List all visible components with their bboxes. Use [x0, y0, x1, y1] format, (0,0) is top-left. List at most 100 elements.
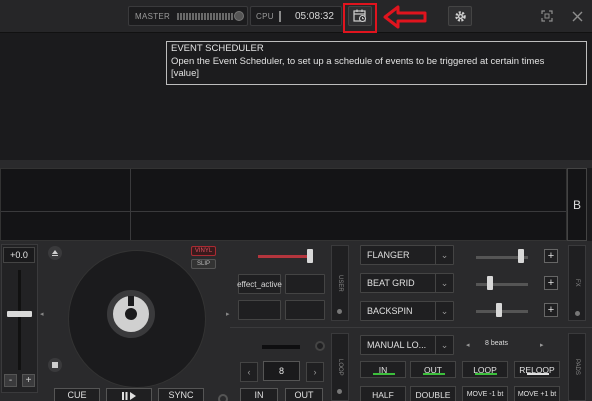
waveform-panel[interactable]	[0, 168, 567, 241]
beats-left-arrow-icon[interactable]: ◂	[466, 341, 470, 349]
effect-active-button[interactable]: effect_active	[237, 274, 282, 294]
pad-move-back-label: MOVE -1 bt	[466, 391, 504, 398]
fx-select-3-label: BACKSPIN	[367, 306, 413, 316]
jog-wheel-hub	[121, 304, 141, 324]
deck-b-label: B	[567, 168, 587, 241]
pad-half-label: HALF	[372, 389, 394, 400]
pad-reloop[interactable]: RELOOP	[514, 361, 560, 378]
loop-out-button[interactable]: OUT	[285, 388, 323, 401]
play-pause-button[interactable]	[106, 388, 152, 401]
fx-slider-2-handle[interactable]	[487, 276, 493, 290]
pitch-plus-button[interactable]: +	[22, 374, 35, 387]
loop-prev-button[interactable]: ‹	[240, 362, 258, 382]
stop-button[interactable]	[48, 358, 62, 372]
pitch-fader-track[interactable]	[18, 270, 21, 370]
tooltip-value: [value]	[171, 68, 199, 79]
fx-select-1-label: FLANGER	[367, 250, 410, 260]
fx-select-3[interactable]: BACKSPIN ⌄	[360, 301, 454, 321]
pad-out[interactable]: OUT	[410, 361, 456, 378]
sync-knob[interactable]	[218, 394, 228, 401]
play-pause-icon	[122, 392, 136, 400]
fx-add-button-1[interactable]: +	[544, 249, 558, 263]
settings-button[interactable]	[448, 6, 472, 26]
pad-in[interactable]: IN	[360, 361, 406, 378]
beats-value: 8 beats	[485, 340, 508, 347]
fx-select-2-label: BEAT GRID	[367, 278, 415, 288]
loop-progress-bar	[262, 345, 300, 349]
pitch-fader-handle[interactable]	[7, 311, 32, 317]
user-button-2[interactable]	[285, 274, 325, 294]
pads-tab[interactable]: PADS	[568, 333, 586, 401]
pad-loop[interactable]: LOOP	[462, 361, 508, 378]
tooltip-description: Open the Event Scheduler, to set up a sc…	[171, 55, 545, 67]
pad-move-forward[interactable]: MOVE +1 bt	[514, 386, 560, 401]
clock: 05:08:32	[295, 11, 334, 22]
jog-left-arrow-icon[interactable]: ◂	[40, 310, 44, 318]
loop-tab-dot	[337, 389, 342, 394]
fx-slider-3-handle[interactable]	[496, 303, 502, 317]
fx-slider-2[interactable]	[476, 283, 528, 286]
cue-button[interactable]: CUE	[54, 388, 100, 401]
eject-icon	[52, 250, 58, 256]
master-meter: MASTER	[128, 6, 248, 26]
pad-double[interactable]: DOUBLE	[410, 386, 456, 401]
pad-double-label: DOUBLE	[415, 389, 451, 400]
fx-select-2[interactable]: BEAT GRID ⌄	[360, 273, 454, 293]
section-divider	[230, 327, 592, 328]
pitch-minus-button[interactable]: -	[4, 374, 17, 387]
loop-knob[interactable]	[315, 341, 325, 351]
pad-mode-label: MANUAL LO...	[367, 340, 427, 350]
user-slider-handle[interactable]	[307, 249, 313, 263]
close-icon	[572, 11, 582, 21]
pad-reloop-indicator	[527, 373, 549, 375]
browser-divider[interactable]	[0, 160, 592, 168]
chevron-down-icon: ⌄	[435, 246, 453, 264]
loop-in-button[interactable]: IN	[240, 388, 278, 401]
fx-slider-1-handle[interactable]	[518, 249, 524, 263]
user-button-3[interactable]	[238, 300, 281, 320]
pad-half[interactable]: HALF	[360, 386, 406, 401]
tooltip: EVENT SCHEDULER Open the Event Scheduler…	[166, 41, 587, 85]
gear-icon	[454, 10, 466, 22]
fx-tab[interactable]: FX	[568, 245, 586, 321]
scheduler-highlight-box	[343, 3, 377, 33]
pad-mode-select[interactable]: MANUAL LO... ⌄	[360, 335, 454, 355]
jog-right-arrow-icon[interactable]: ▸	[226, 310, 230, 318]
waveform-divider	[130, 169, 131, 240]
chevron-down-icon: ⌄	[435, 274, 453, 292]
pad-out-indicator	[423, 373, 445, 375]
master-knob-icon[interactable]	[234, 11, 244, 21]
annotation-arrow-icon	[383, 5, 427, 29]
fx-select-1[interactable]: FLANGER ⌄	[360, 245, 454, 265]
jog-wheel-marker	[128, 296, 134, 306]
fx-add-button-2[interactable]: +	[544, 276, 558, 290]
user-tab-dot	[337, 309, 342, 314]
loop-next-button[interactable]: ›	[306, 362, 324, 382]
fullscreen-button[interactable]	[540, 9, 554, 23]
vinyl-button[interactable]: VINYL	[191, 246, 216, 256]
sync-button[interactable]: SYNC	[158, 388, 204, 401]
pad-loop-indicator	[475, 373, 497, 375]
beats-right-arrow-icon[interactable]: ▸	[540, 341, 544, 349]
fx-add-button-3[interactable]: +	[544, 303, 558, 317]
pitch-value[interactable]: +0.0	[3, 247, 35, 263]
close-button[interactable]	[570, 9, 584, 23]
cpu-clock-box: CPU 05:08:32	[250, 6, 342, 26]
master-label: MASTER	[135, 12, 171, 21]
loop-length[interactable]: 8	[263, 361, 300, 381]
user-button-4[interactable]	[285, 300, 325, 320]
slip-button[interactable]: SLIP	[191, 259, 216, 269]
waveform-centerline	[1, 211, 566, 212]
stop-icon	[52, 362, 58, 368]
top-bar: MASTER CPU 05:08:32	[0, 0, 592, 33]
cpu-meter	[279, 11, 281, 22]
fullscreen-icon	[541, 10, 553, 22]
pad-move-back[interactable]: MOVE -1 bt	[462, 386, 508, 401]
cpu-label: CPU	[256, 12, 274, 21]
eject-button[interactable]	[48, 246, 62, 260]
fx-slider-3[interactable]	[476, 310, 528, 313]
fx-tab-dot	[575, 311, 580, 316]
master-level-meter	[177, 13, 233, 20]
user-slider-track[interactable]	[258, 255, 313, 258]
tooltip-title: EVENT SCHEDULER	[171, 43, 264, 54]
